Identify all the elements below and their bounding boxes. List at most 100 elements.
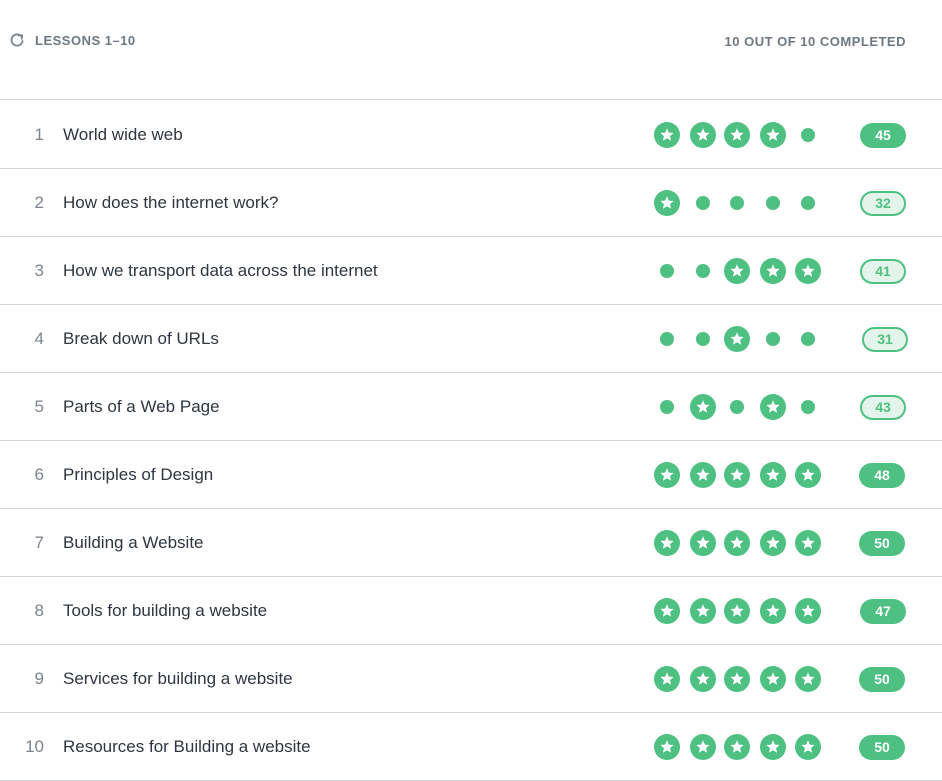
- lesson-stars: [650, 645, 830, 712]
- star-icon: [760, 598, 786, 624]
- lesson-score-badge: 47: [860, 599, 906, 624]
- star-unearned: [795, 326, 821, 352]
- star-earned: [690, 122, 716, 148]
- lesson-row[interactable]: 9 Services for building a website 50: [0, 645, 942, 713]
- lesson-number: 5: [34, 397, 44, 416]
- lesson-title: Principles of Design: [63, 465, 214, 484]
- lesson-row[interactable]: 5 Parts of a Web Page 43: [0, 373, 942, 441]
- refresh-icon: [8, 31, 26, 49]
- lesson-number: 1: [34, 125, 44, 144]
- star-unearned: [654, 258, 680, 284]
- lesson-row[interactable]: 2 How does the internet work? 32: [0, 169, 942, 237]
- lesson-row[interactable]: 8 Tools for building a website 47: [0, 577, 942, 645]
- star-earned: [654, 598, 680, 624]
- lesson-number: 2: [34, 193, 44, 212]
- star-earned: [760, 530, 786, 556]
- star-earned: [690, 598, 716, 624]
- star-icon: [760, 666, 786, 692]
- star-unearned: [654, 394, 680, 420]
- dot-icon: [660, 400, 674, 414]
- dot-icon: [801, 400, 815, 414]
- dot-icon: [660, 264, 674, 278]
- lesson-stars: [650, 305, 830, 372]
- star-earned: [724, 598, 750, 624]
- star-icon: [690, 734, 716, 760]
- dot-icon: [696, 264, 710, 278]
- dot-icon: [766, 332, 780, 346]
- star-icon: [724, 666, 750, 692]
- star-earned: [654, 666, 680, 692]
- star-icon: [724, 258, 750, 284]
- lesson-row[interactable]: 3 How we transport data across the intern…: [0, 237, 942, 305]
- lesson-title: How we transport data across the interne…: [63, 261, 378, 280]
- star-icon: [760, 462, 786, 488]
- star-icon: [795, 462, 821, 488]
- lesson-stars: [650, 577, 830, 644]
- star-earned: [724, 326, 750, 352]
- star-icon: [795, 734, 821, 760]
- lesson-row[interactable]: 10 Resources for Building a website 50: [0, 713, 942, 781]
- star-unearned: [795, 122, 821, 148]
- lesson-title: Services for building a website: [63, 669, 293, 688]
- lesson-row[interactable]: 6 Principles of Design 48: [0, 441, 942, 509]
- lesson-number: 8: [34, 601, 44, 620]
- dot-icon: [730, 400, 744, 414]
- lesson-score-badge: 48: [859, 463, 905, 488]
- lesson-stars: [650, 441, 830, 508]
- star-earned: [690, 462, 716, 488]
- star-unearned: [724, 394, 750, 420]
- lesson-number: 3: [34, 261, 44, 280]
- lesson-title: World wide web: [63, 125, 183, 144]
- lesson-stars: [650, 373, 830, 440]
- lesson-number: 9: [34, 669, 44, 688]
- star-icon: [690, 598, 716, 624]
- lesson-stars: [650, 169, 830, 236]
- star-earned: [760, 598, 786, 624]
- lesson-score-badge: 50: [859, 735, 905, 760]
- star-icon: [724, 530, 750, 556]
- star-earned: [795, 734, 821, 760]
- lesson-title: Break down of URLs: [63, 329, 219, 348]
- dot-icon: [696, 196, 710, 210]
- lesson-stars: [650, 101, 830, 168]
- star-icon: [795, 598, 821, 624]
- star-earned: [760, 394, 786, 420]
- lesson-row[interactable]: 7 Building a Website 50: [0, 509, 942, 577]
- star-icon: [690, 122, 716, 148]
- star-icon: [654, 598, 680, 624]
- completion-status: 10 OUT OF 10 COMPLETED: [724, 34, 906, 49]
- lessons-header: LESSONS 1–10 10 OUT OF 10 COMPLETED: [0, 0, 942, 100]
- star-icon: [654, 666, 680, 692]
- star-icon: [690, 530, 716, 556]
- lesson-row[interactable]: 1 World wide web 45: [0, 101, 942, 169]
- lesson-stars: [650, 509, 830, 576]
- star-icon: [690, 394, 716, 420]
- star-icon: [654, 734, 680, 760]
- star-icon: [654, 462, 680, 488]
- lesson-stars: [650, 237, 830, 304]
- star-icon: [724, 734, 750, 760]
- lesson-title: Building a Website: [63, 533, 204, 552]
- dot-icon: [801, 332, 815, 346]
- lesson-stars: [650, 713, 830, 780]
- star-earned: [654, 462, 680, 488]
- star-unearned: [795, 394, 821, 420]
- star-earned: [795, 258, 821, 284]
- lesson-score-badge: 41: [860, 259, 906, 284]
- star-earned: [690, 666, 716, 692]
- star-icon: [795, 258, 821, 284]
- lesson-row[interactable]: 4 Break down of URLs 31: [0, 305, 942, 373]
- star-icon: [795, 666, 821, 692]
- lesson-title: How does the internet work?: [63, 193, 279, 212]
- dot-icon: [766, 196, 780, 210]
- lesson-number: 6: [34, 465, 44, 484]
- lesson-title: Parts of a Web Page: [63, 397, 220, 416]
- lesson-score-badge: 31: [862, 327, 908, 352]
- reset-lessons-button[interactable]: LESSONS 1–10: [8, 31, 136, 49]
- star-icon: [760, 258, 786, 284]
- star-earned: [724, 734, 750, 760]
- lesson-list: 1 World wide web 45 2 How does the internet …: [0, 101, 942, 781]
- star-icon: [724, 462, 750, 488]
- star-icon: [724, 326, 750, 352]
- star-earned: [760, 462, 786, 488]
